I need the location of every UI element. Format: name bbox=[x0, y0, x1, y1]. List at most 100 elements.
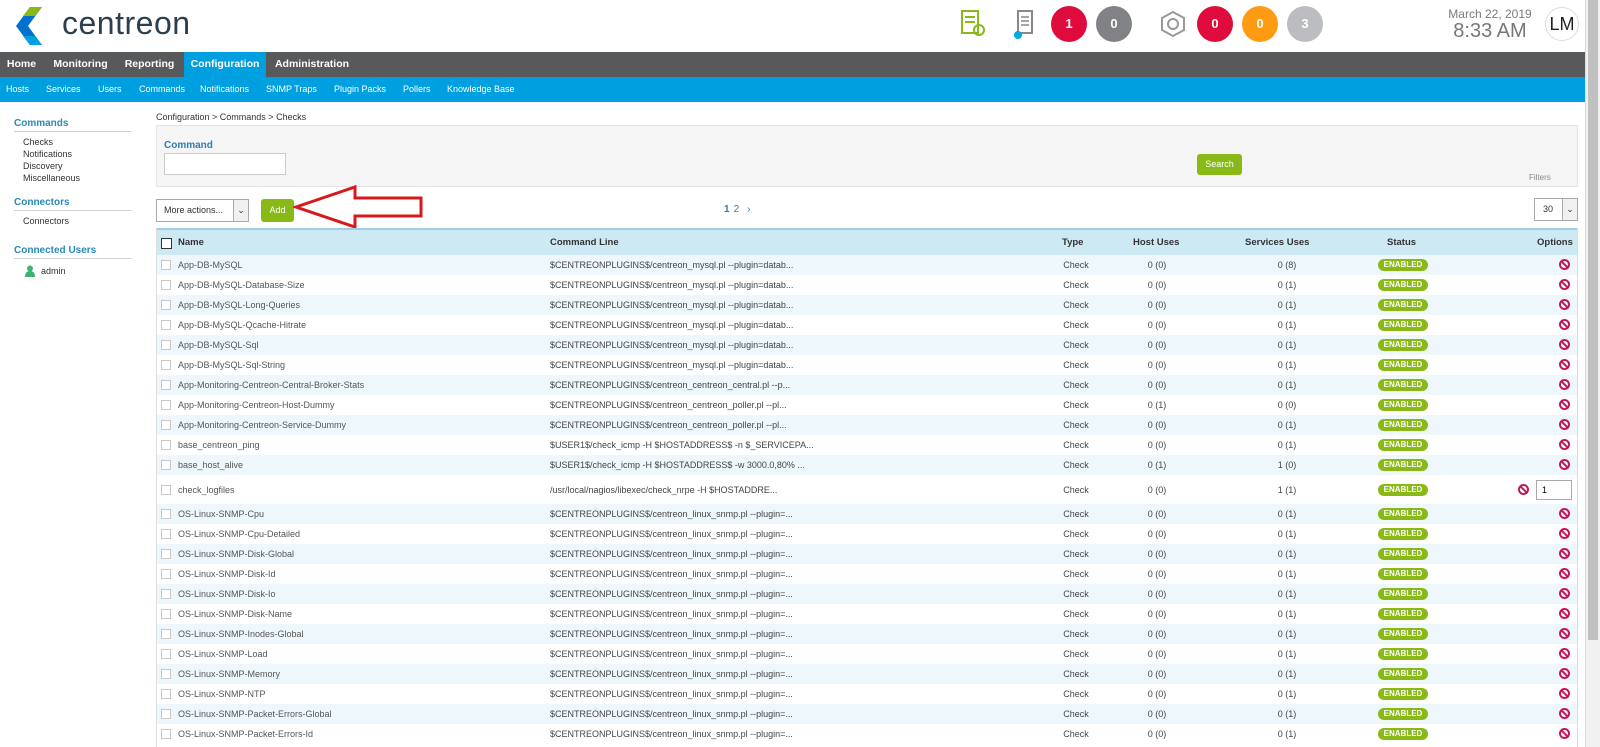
command-name-link[interactable]: App-DB-MySQL-Sql bbox=[178, 340, 259, 350]
duplicate-count-input[interactable] bbox=[1536, 480, 1572, 500]
scrollbar-thumb[interactable] bbox=[1588, 0, 1598, 640]
search-button[interactable]: Search bbox=[1197, 154, 1242, 175]
disable-icon[interactable] bbox=[1559, 419, 1570, 430]
pollers-icon[interactable] bbox=[960, 9, 986, 39]
row-checkbox[interactable] bbox=[161, 569, 171, 579]
command-name-link[interactable]: OS-Linux-SNMP-Disk-Id bbox=[178, 569, 276, 579]
disable-icon[interactable] bbox=[1559, 728, 1570, 739]
table-row[interactable]: OS-Linux-SNMP-Disk-Id $CENTREONPLUGINS$/c… bbox=[157, 564, 1577, 584]
table-row[interactable]: OS-Linux-SNMP-Cpu-Detailed $CENTREONPLUGI… bbox=[157, 524, 1577, 544]
table-row[interactable]: App-DB-MySQL-Sql $CENTREONPLUGINS$/centre… bbox=[157, 335, 1577, 355]
row-checkbox[interactable] bbox=[161, 529, 171, 539]
user-avatar[interactable]: LM bbox=[1545, 7, 1579, 41]
disable-icon[interactable] bbox=[1518, 484, 1529, 495]
disable-icon[interactable] bbox=[1559, 588, 1570, 599]
command-name-link[interactable]: OS-Linux-SNMP-Disk-Name bbox=[178, 609, 292, 619]
table-row[interactable]: OS-Linux-SNMP-Packet-Errors-Global $CENTR… bbox=[157, 704, 1577, 724]
command-name-link[interactable]: OS-Linux-SNMP-Cpu bbox=[178, 509, 264, 519]
filters-tab[interactable]: Filters bbox=[1529, 173, 1551, 182]
submenu-snmp-traps[interactable]: SNMP Traps bbox=[266, 77, 317, 102]
table-row[interactable]: OS-Linux-SNMP-NTP $CENTREONPLUGINS$/centr… bbox=[157, 684, 1577, 704]
row-checkbox[interactable] bbox=[161, 280, 171, 290]
command-name-link[interactable]: OS-Linux-SNMP-Inodes-Global bbox=[178, 629, 304, 639]
submenu-notifications[interactable]: Notifications bbox=[200, 77, 249, 102]
sidebar-item-connectors[interactable]: Connectors bbox=[23, 216, 69, 226]
row-checkbox[interactable] bbox=[161, 485, 171, 495]
disable-icon[interactable] bbox=[1559, 279, 1570, 290]
submenu-hosts[interactable]: Hosts bbox=[6, 77, 29, 102]
disable-icon[interactable] bbox=[1559, 439, 1570, 450]
menu-home[interactable]: Home bbox=[0, 52, 43, 77]
page-2[interactable]: 2 bbox=[734, 204, 740, 215]
table-row[interactable]: OS-Linux-SNMP-Disk-Io $CENTREONPLUGINS$/c… bbox=[157, 584, 1577, 604]
table-row[interactable]: App-DB-MySQL-Sql-String $CENTREONPLUGINS$… bbox=[157, 355, 1577, 375]
page-scrollbar[interactable] bbox=[1585, 0, 1600, 747]
disable-icon[interactable] bbox=[1559, 628, 1570, 639]
table-row[interactable]: App-Monitoring-Centreon-Central-Broker-S… bbox=[157, 375, 1577, 395]
menu-monitoring[interactable]: Monitoring bbox=[46, 52, 115, 77]
col-name[interactable]: Name bbox=[178, 237, 204, 248]
command-name-link[interactable]: App-Monitoring-Centreon-Central-Broker-S… bbox=[178, 380, 364, 390]
more-actions-select[interactable]: More actions... ⌄ bbox=[156, 199, 249, 222]
table-row[interactable]: App-DB-MySQL-Database-Size $CENTREONPLUGI… bbox=[157, 275, 1577, 295]
sidebar-item-miscellaneous[interactable]: Miscellaneous bbox=[23, 173, 80, 183]
disable-icon[interactable] bbox=[1559, 508, 1570, 519]
row-checkbox[interactable] bbox=[161, 320, 171, 330]
services-warning-count[interactable]: 0 bbox=[1242, 6, 1278, 42]
command-name-link[interactable]: App-DB-MySQL-Sql-String bbox=[178, 360, 285, 370]
hosts-down-count[interactable]: 1 bbox=[1051, 6, 1087, 42]
menu-configuration[interactable]: Configuration bbox=[184, 52, 266, 77]
command-name-link[interactable]: App-DB-MySQL-Qcache-Hitrate bbox=[178, 320, 306, 330]
disable-icon[interactable] bbox=[1559, 359, 1570, 370]
submenu-knowledge-base[interactable]: Knowledge Base bbox=[447, 77, 515, 102]
col-command-line[interactable]: Command Line bbox=[550, 237, 619, 248]
disable-icon[interactable] bbox=[1559, 708, 1570, 719]
row-checkbox[interactable] bbox=[161, 669, 171, 679]
table-row[interactable]: OS-Linux-SNMP-Packet-Errors-Id $CENTREONP… bbox=[157, 724, 1577, 744]
hosts-unreachable-count[interactable]: 0 bbox=[1096, 6, 1132, 42]
disable-icon[interactable] bbox=[1559, 379, 1570, 390]
menu-reporting[interactable]: Reporting bbox=[118, 52, 181, 77]
add-button[interactable]: Add bbox=[261, 199, 294, 222]
services-icon[interactable] bbox=[1159, 10, 1187, 38]
services-critical-count[interactable]: 0 bbox=[1197, 6, 1233, 42]
disable-icon[interactable] bbox=[1559, 608, 1570, 619]
database-icon[interactable] bbox=[1013, 9, 1039, 41]
submenu-pollers[interactable]: Pollers bbox=[403, 77, 431, 102]
table-row[interactable]: base_centreon_ping $USER1$/check_icmp -H … bbox=[157, 435, 1577, 455]
command-name-link[interactable]: base_centreon_ping bbox=[178, 440, 260, 450]
disable-icon[interactable] bbox=[1559, 319, 1570, 330]
command-name-link[interactable]: OS-Linux-SNMP-NTP bbox=[178, 689, 266, 699]
command-name-link[interactable]: App-Monitoring-Centreon-Host-Dummy bbox=[178, 400, 335, 410]
command-name-link[interactable]: check_logfiles bbox=[178, 485, 235, 495]
disable-icon[interactable] bbox=[1559, 668, 1570, 679]
table-row[interactable]: App-DB-MySQL-Long-Queries $CENTREONPLUGIN… bbox=[157, 295, 1577, 315]
services-unknown-count[interactable]: 3 bbox=[1287, 6, 1323, 42]
table-row[interactable]: base_host_alive $USER1$/check_icmp -H $HO… bbox=[157, 455, 1577, 475]
row-checkbox[interactable] bbox=[161, 589, 171, 599]
command-name-link[interactable]: App-DB-MySQL-Long-Queries bbox=[178, 300, 300, 310]
table-row[interactable]: OS-Linux-SNMP-Disk-Name $CENTREONPLUGINS$… bbox=[157, 604, 1577, 624]
sidebar-item-notifications[interactable]: Notifications bbox=[23, 149, 72, 159]
row-checkbox[interactable] bbox=[161, 649, 171, 659]
command-filter-input[interactable] bbox=[164, 153, 286, 175]
row-checkbox[interactable] bbox=[161, 609, 171, 619]
table-row[interactable]: App-DB-MySQL $CENTREONPLUGINS$/centreon_m… bbox=[157, 255, 1577, 275]
command-name-link[interactable]: OS-Linux-SNMP-Disk-Global bbox=[178, 549, 294, 559]
command-name-link[interactable]: OS-Linux-SNMP-Cpu-Detailed bbox=[178, 529, 300, 539]
page-1[interactable]: 1 bbox=[724, 204, 730, 215]
row-checkbox[interactable] bbox=[161, 689, 171, 699]
submenu-users[interactable]: Users bbox=[98, 77, 122, 102]
row-checkbox[interactable] bbox=[161, 380, 171, 390]
command-name-link[interactable]: base_host_alive bbox=[178, 460, 243, 470]
table-row[interactable]: OS-Linux-SNMP-Cpu $CENTREONPLUGINS$/centr… bbox=[157, 504, 1577, 524]
table-row[interactable]: App-Monitoring-Centreon-Service-Dummy $CE… bbox=[157, 415, 1577, 435]
sidebar-item-checks[interactable]: Checks bbox=[23, 137, 53, 147]
row-checkbox[interactable] bbox=[161, 460, 171, 470]
row-checkbox[interactable] bbox=[161, 360, 171, 370]
command-name-link[interactable]: OS-Linux-SNMP-Packet-Errors-Global bbox=[178, 709, 332, 719]
table-row[interactable]: OS-Linux-SNMP-Disk-Global $CENTREONPLUGIN… bbox=[157, 544, 1577, 564]
table-row[interactable]: OS-Linux-SNMP-Load $CENTREONPLUGINS$/cent… bbox=[157, 644, 1577, 664]
row-checkbox[interactable] bbox=[161, 709, 171, 719]
submenu-services[interactable]: Services bbox=[46, 77, 81, 102]
